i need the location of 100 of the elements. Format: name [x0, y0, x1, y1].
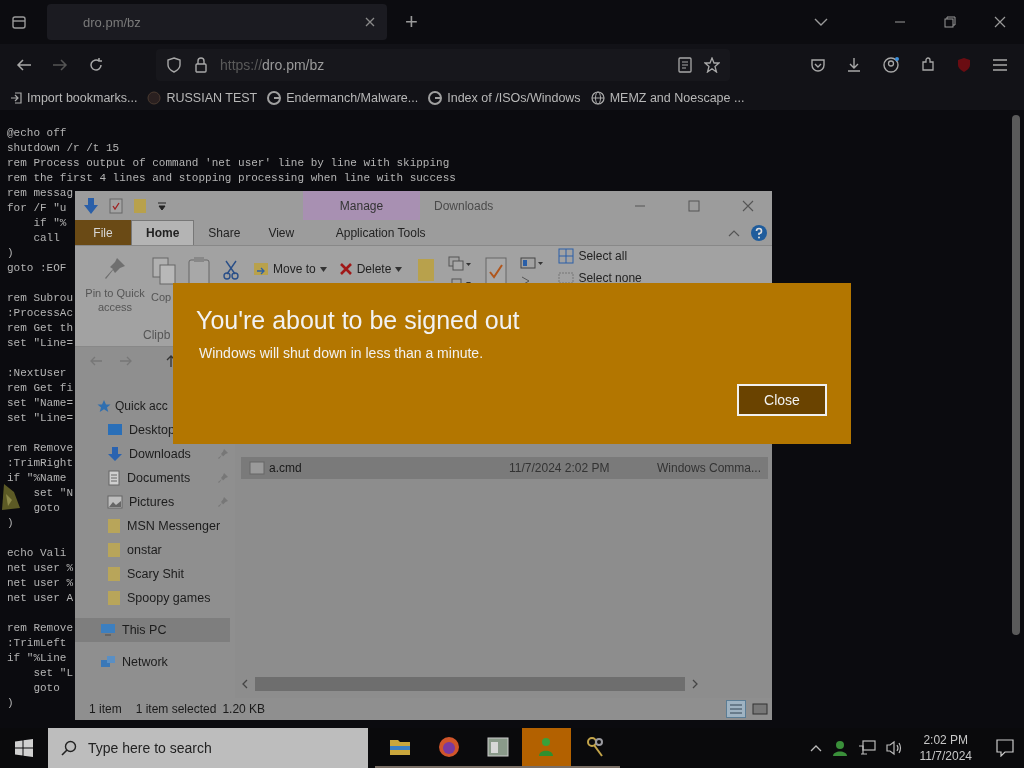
code-line: ) [7, 517, 14, 529]
code-line: rem Get fi [7, 382, 73, 394]
star-icon[interactable] [704, 57, 720, 73]
code-line: if "%Name [7, 472, 67, 484]
dialog-message: Windows will shut down in less than a minute. [199, 345, 485, 361]
download-icon[interactable] [846, 57, 862, 73]
code-line: net user A [7, 592, 73, 604]
nav-item[interactable]: Documents [75, 466, 235, 490]
volume-icon[interactable] [885, 740, 904, 756]
nav-item[interactable]: Downloads [75, 442, 235, 466]
nav-item[interactable]: Spoopy games [75, 586, 235, 610]
code-line: if "% [32, 217, 67, 229]
nav-item[interactable]: Pictures [75, 490, 235, 514]
account-icon[interactable] [882, 56, 900, 74]
ribbon-tab[interactable]: Home [131, 220, 195, 245]
reload-icon[interactable] [88, 57, 104, 73]
star-icon [97, 399, 111, 413]
delete-button[interactable]: Delete [336, 259, 405, 279]
scrollbar-thumb[interactable] [255, 677, 685, 691]
select-none-button[interactable]: Select none [556, 270, 644, 286]
browser-tab[interactable]: dro.pm/bz [47, 4, 387, 40]
google-icon [267, 91, 282, 105]
ribbon-tab[interactable]: View [254, 220, 309, 245]
bookmark-link[interactable]: Import bookmarks... [27, 91, 138, 105]
ribbon-tab[interactable]: Application Tools [322, 220, 440, 245]
restore-icon[interactable] [944, 16, 956, 28]
reader-view-icon[interactable] [678, 57, 692, 73]
code-line: @echo off [7, 127, 67, 139]
copy-path-icon[interactable] [448, 256, 473, 272]
bookmark-link[interactable]: MEMZ and Noescape ... [609, 91, 745, 105]
code-line: shutdown /r /t 15 [7, 142, 120, 154]
code-line: set "L [32, 667, 73, 679]
pocket-icon[interactable] [810, 57, 826, 73]
delete-icon [338, 262, 353, 276]
open-with-icon[interactable] [520, 256, 545, 270]
address-bar[interactable]: https://dro.pm/bz [156, 49, 730, 81]
caret-icon [395, 266, 403, 272]
scrollbar-thumb[interactable] [1012, 115, 1020, 635]
chevron-down-icon[interactable] [814, 17, 828, 27]
new-tab-button[interactable]: + [399, 9, 424, 35]
nav-item[interactable]: MSN Messenger [75, 514, 235, 538]
shield-icon[interactable] [166, 57, 182, 73]
clock-date[interactable]: 11/7/2024 [919, 748, 972, 764]
search-field[interactable]: Type here to search [48, 728, 368, 768]
extensions-icon[interactable] [920, 57, 936, 73]
windows-start-icon[interactable] [15, 739, 33, 757]
back-icon[interactable] [16, 57, 32, 73]
nav-item[interactable]: Network [75, 650, 230, 674]
code-line: :TrimRight [7, 457, 73, 469]
nav-item[interactable]: Scary Shit [75, 562, 235, 586]
file-date: 11/7/2024 2:02 PM [509, 461, 611, 475]
person-icon[interactable] [831, 740, 848, 756]
nav-item[interactable]: This PC [75, 618, 230, 642]
folder-icon [107, 590, 121, 606]
ribbon-tab[interactable]: Share [194, 220, 255, 245]
code-line: net user % [7, 562, 73, 574]
properties-check-icon[interactable] [484, 256, 509, 286]
help-icon[interactable] [750, 223, 768, 242]
network-icon[interactable] [857, 740, 876, 756]
pin-to-quick-access-button[interactable]: Pin to Quick access [79, 286, 151, 314]
select-all-button[interactable]: Select all [556, 248, 644, 264]
search-icon [61, 740, 77, 756]
forward-icon[interactable] [52, 57, 68, 73]
bookmark-link[interactable]: Index of /ISOs/Windows [447, 91, 581, 105]
thumbnail-view-icon[interactable] [752, 702, 768, 716]
code-line: set "Name= [7, 397, 73, 409]
google-icon [428, 91, 443, 105]
lock-icon [194, 57, 208, 73]
bookmark-link[interactable]: Endermanch/Malware... [286, 91, 419, 105]
download-arrow-icon[interactable] [83, 196, 99, 215]
bookmark-link[interactable]: RUSSIAN TEST [166, 91, 258, 105]
selection-size: 1.20 KB [222, 702, 266, 716]
scroll-left-icon[interactable] [241, 679, 249, 689]
nav-item[interactable]: onstar [75, 538, 235, 562]
code-line: rem messag [7, 187, 73, 199]
pictures-icon [107, 495, 123, 509]
code-line: :ProcessAc [7, 307, 73, 319]
close-icon[interactable] [365, 17, 375, 27]
close-button[interactable]: Close [737, 384, 827, 416]
copy-button[interactable]: Cop [151, 290, 172, 304]
clock-time[interactable]: 2:02 PM [923, 732, 969, 748]
move-to-button[interactable]: Move to [251, 259, 329, 279]
code-line: if "%Line [7, 652, 67, 664]
file-tab[interactable]: File [75, 220, 131, 245]
desktop-icon [107, 423, 123, 437]
file-row[interactable]: a.cmd 11/7/2024 2:02 PM Windows Comma... [241, 457, 768, 479]
code-line: net user % [7, 577, 73, 589]
close-icon[interactable] [994, 16, 1006, 28]
url-text: https://dro.pm/bz [220, 57, 325, 73]
window-title: Downloads [434, 198, 494, 213]
properties-icon[interactable] [109, 197, 123, 214]
chevron-up-icon[interactable] [809, 744, 822, 752]
notification-icon[interactable] [996, 739, 1014, 757]
scissors-icon[interactable] [223, 260, 239, 280]
file-type: Windows Comma... [657, 461, 762, 475]
dropdown-icon[interactable] [157, 200, 167, 211]
scroll-right-icon[interactable] [691, 679, 699, 689]
code-line: rem Remove [7, 442, 73, 454]
tab-list-icon[interactable] [11, 14, 27, 30]
menu-icon[interactable] [992, 58, 1008, 72]
